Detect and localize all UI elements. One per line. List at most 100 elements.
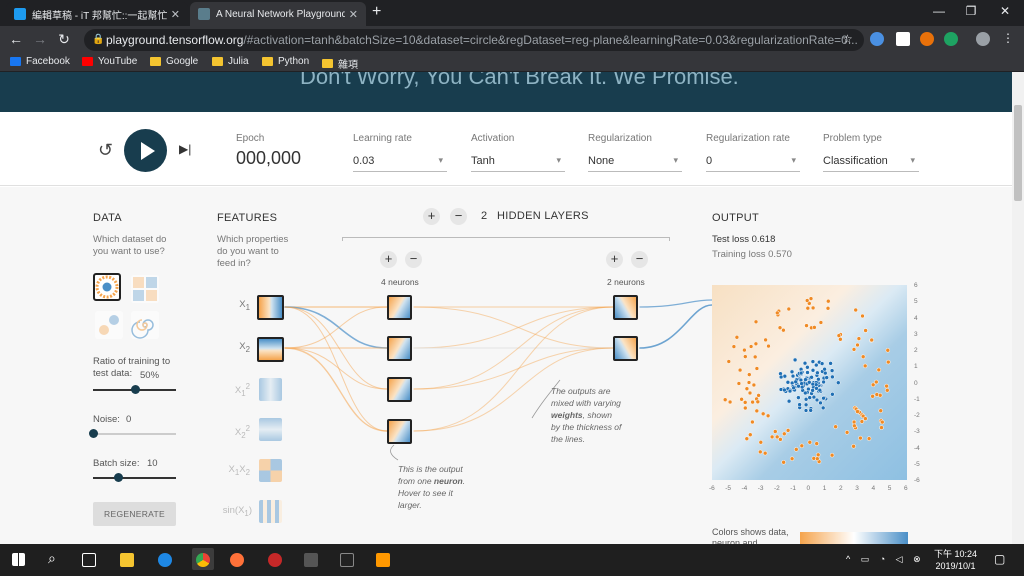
remove-neuron-layer1-button[interactable]: −	[405, 251, 422, 268]
edge-icon[interactable]	[158, 553, 172, 567]
data-point	[836, 333, 842, 338]
data-point	[805, 365, 810, 370]
task-view-icon[interactable]	[82, 553, 96, 567]
data-point	[774, 434, 780, 440]
data-point	[853, 307, 858, 313]
data-point	[793, 379, 798, 385]
data-point	[762, 450, 768, 456]
output-heading: OUTPUT	[712, 212, 760, 224]
data-point	[782, 431, 787, 437]
data-point	[855, 409, 860, 414]
data-point	[825, 306, 831, 311]
sublime-icon[interactable]	[376, 553, 390, 567]
neuron-l1-2[interactable]	[387, 336, 412, 361]
data-point	[748, 344, 754, 349]
data-point	[809, 375, 814, 380]
data-point	[799, 384, 805, 390]
remove-neuron-layer2-button[interactable]: −	[631, 251, 648, 268]
data-point	[778, 374, 784, 380]
neuron-l2-2[interactable]	[613, 336, 638, 361]
data-point	[863, 416, 868, 421]
firefox-icon[interactable]	[230, 553, 244, 567]
data-point	[781, 327, 786, 333]
data-point	[748, 432, 753, 437]
data-point	[781, 460, 786, 465]
x-tick-label: -6	[709, 485, 715, 492]
data-point	[817, 387, 823, 393]
add-neuron-layer1-button[interactable]: +	[380, 251, 397, 268]
x-tick-label: -5	[725, 485, 732, 492]
data-point	[765, 413, 771, 419]
data-point	[866, 436, 872, 441]
data-point	[798, 370, 804, 376]
data-point	[812, 325, 817, 330]
data-point	[829, 452, 835, 458]
data-point	[747, 390, 753, 396]
data-point	[833, 424, 838, 429]
data-point	[758, 449, 763, 455]
data-point	[869, 337, 874, 343]
x-tick-label: 5	[887, 485, 892, 492]
data-point	[804, 298, 810, 303]
neuron-l2-1[interactable]	[613, 295, 638, 320]
data-point	[734, 335, 740, 340]
data-point	[731, 344, 737, 349]
neuron-l1-3[interactable]	[387, 377, 412, 402]
neuron-l1-1[interactable]	[387, 295, 412, 320]
data-point	[752, 354, 758, 360]
data-point	[802, 360, 808, 366]
data-point	[851, 347, 857, 352]
search-icon[interactable]: ⌕	[48, 550, 56, 567]
data-point	[786, 306, 792, 312]
data-point	[743, 405, 748, 411]
data-point	[807, 395, 812, 400]
x-axis-ticks: -6 -5 -4 -3 -2 -1 0 1 2 3 4 5 6	[708, 485, 912, 495]
add-neuron-layer2-button[interactable]: +	[606, 251, 623, 268]
data-point	[814, 397, 820, 403]
data-point	[796, 395, 801, 400]
data-point	[744, 386, 750, 391]
y-tick-label: 6	[914, 282, 918, 289]
data-point	[821, 395, 826, 401]
data-point	[790, 373, 796, 379]
data-point	[829, 368, 835, 373]
app-icon[interactable]	[268, 553, 282, 567]
terminal-icon[interactable]	[340, 553, 354, 567]
windows-start-icon[interactable]	[12, 553, 25, 566]
data-point	[737, 367, 743, 373]
y-tick-label: 4	[914, 314, 918, 322]
chrome-icon[interactable]	[196, 553, 210, 567]
data-point	[766, 343, 771, 349]
neuron-l1-4[interactable]	[387, 419, 412, 444]
app-icon[interactable]	[304, 553, 318, 567]
data-point	[819, 361, 825, 366]
data-point	[791, 385, 796, 391]
clock-time: 下午 10:24	[934, 549, 978, 559]
y-tick-label: 3	[914, 330, 918, 338]
data-point	[808, 296, 814, 301]
data-point	[744, 436, 750, 441]
taskbar-clock[interactable]: 下午 10:24 2019/10/1	[934, 548, 977, 572]
data-point	[803, 402, 809, 408]
data-point	[763, 337, 768, 343]
file-explorer-icon[interactable]	[120, 553, 134, 567]
y-tick-label: -3	[914, 428, 920, 436]
system-tray-icons[interactable]: ^ ▭ ◔ ◁ ⊗	[846, 554, 925, 565]
data-point	[878, 408, 883, 413]
data-point	[870, 394, 875, 399]
data-point	[782, 373, 788, 379]
clock-date: 2019/10/1	[935, 561, 976, 571]
layer1-neurons-label: 4 neurons	[381, 277, 419, 287]
data-point	[855, 342, 860, 348]
data-point	[830, 392, 835, 397]
weights-annotation: The outputs are mixed with varying weigh…	[551, 386, 622, 444]
x-tick-label: 0	[806, 485, 811, 492]
data-point	[760, 411, 766, 417]
data-point	[826, 298, 831, 304]
data-point	[755, 399, 761, 405]
scrollbar-thumb[interactable]	[1014, 105, 1022, 201]
data-point	[860, 354, 866, 359]
data-point	[811, 394, 817, 400]
notification-icon[interactable]: ▢	[994, 552, 1005, 566]
data-point	[727, 399, 733, 405]
